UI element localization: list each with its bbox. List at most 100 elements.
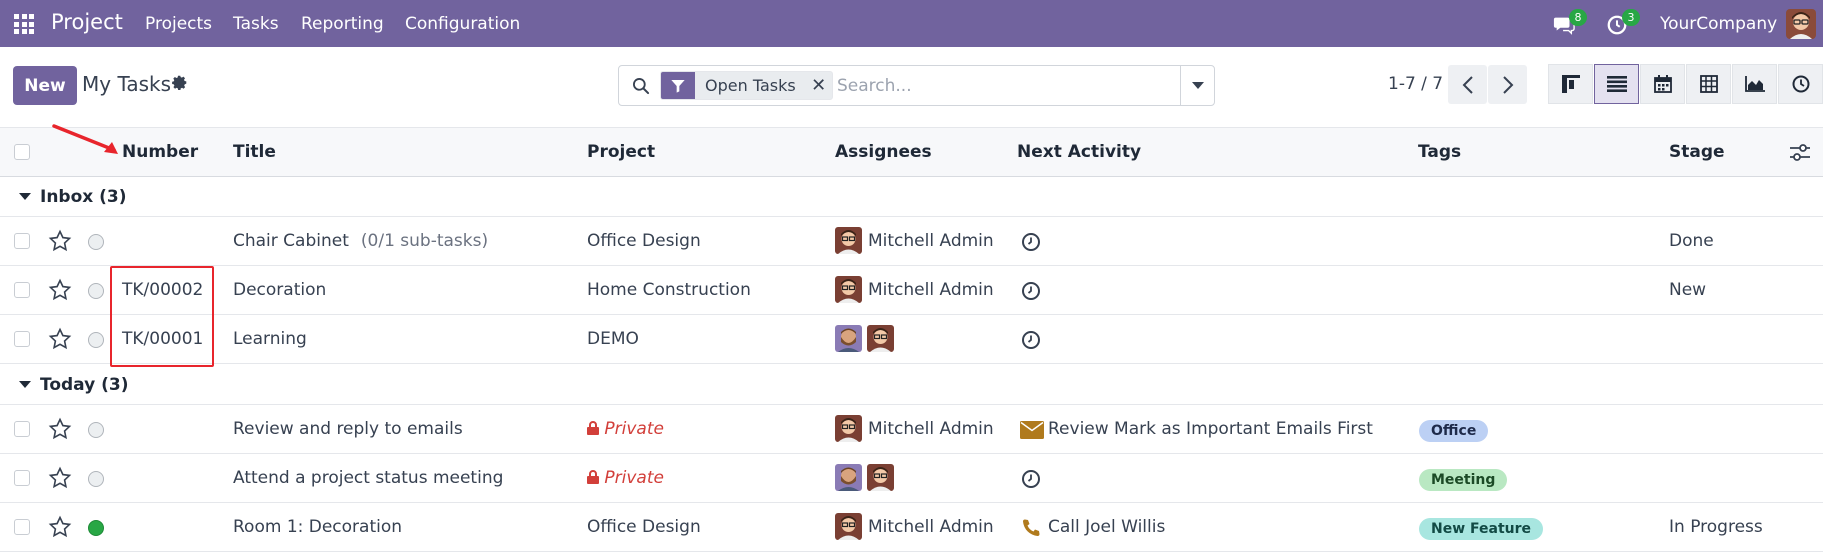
gear-icon[interactable] xyxy=(171,74,189,92)
column-header-stage[interactable]: Stage xyxy=(1669,142,1725,162)
lock-icon xyxy=(587,421,599,435)
cell-project: Office Design xyxy=(587,231,701,251)
chevron-right-icon xyxy=(1502,75,1513,94)
lock-icon xyxy=(587,470,599,484)
cell-next-activity[interactable]: Call Joel Willis xyxy=(1048,517,1165,537)
status-indicator[interactable] xyxy=(88,234,104,250)
status-indicator[interactable] xyxy=(88,471,104,487)
phone-icon[interactable] xyxy=(1021,518,1041,538)
view-calendar-button[interactable] xyxy=(1640,64,1685,104)
app-name[interactable]: Project xyxy=(51,10,123,34)
table-row[interactable]: Attend a project status meeting Private … xyxy=(0,454,1823,503)
search-input[interactable] xyxy=(837,72,1167,100)
avatar[interactable] xyxy=(835,464,862,491)
group-row-inbox[interactable]: Inbox (3) xyxy=(0,177,1823,217)
view-list-button[interactable] xyxy=(1594,64,1639,104)
column-header-title[interactable]: Title xyxy=(233,142,276,162)
avatar[interactable] xyxy=(867,464,894,491)
chevron-left-icon xyxy=(1462,75,1473,94)
star-icon[interactable] xyxy=(48,229,72,253)
avatar[interactable] xyxy=(835,276,862,303)
annotation-arrow xyxy=(52,124,118,154)
search-icon[interactable] xyxy=(631,76,651,96)
cell-stage: In Progress xyxy=(1669,517,1763,537)
column-header-tags[interactable]: Tags xyxy=(1418,142,1461,162)
cell-title: Attend a project status meeting xyxy=(233,468,504,488)
star-icon[interactable] xyxy=(48,417,72,441)
column-header-project[interactable]: Project xyxy=(587,142,655,162)
status-indicator[interactable] xyxy=(88,520,104,536)
user-avatar[interactable] xyxy=(1786,9,1816,39)
select-all-checkbox[interactable] xyxy=(14,144,30,160)
clock-icon[interactable] xyxy=(1021,281,1041,301)
star-icon[interactable] xyxy=(48,515,72,539)
menu-reporting[interactable]: Reporting xyxy=(301,14,384,34)
clock-icon xyxy=(1792,75,1809,93)
menu-tasks[interactable]: Tasks xyxy=(233,14,279,34)
area-chart-icon xyxy=(1744,76,1765,92)
new-button[interactable]: New xyxy=(13,66,77,105)
status-indicator[interactable] xyxy=(88,283,104,299)
table-row[interactable]: Chair Cabinet (0/1 sub-tasks) Office Desi… xyxy=(0,217,1823,266)
cell-title: Room 1: Decoration xyxy=(233,517,403,537)
avatar[interactable] xyxy=(867,325,894,352)
cell-project: Office Design xyxy=(587,517,701,537)
apps-menu-icon[interactable] xyxy=(14,14,34,34)
star-icon[interactable] xyxy=(48,278,72,302)
row-checkbox[interactable] xyxy=(14,519,30,535)
column-header-assignees[interactable]: Assignees xyxy=(835,142,932,162)
view-kanban-button[interactable] xyxy=(1548,64,1593,104)
search-options-toggle[interactable] xyxy=(1181,66,1215,105)
private-label: Private xyxy=(604,468,664,488)
cell-next-activity[interactable]: Review Mark as Important Emails First xyxy=(1048,419,1373,439)
remove-facet-icon[interactable]: ✕ xyxy=(806,72,832,99)
clock-icon[interactable] xyxy=(1021,330,1041,350)
star-icon[interactable] xyxy=(48,327,72,351)
top-navbar: Project Projects Tasks Reporting Configu… xyxy=(0,0,1823,47)
envelope-icon[interactable] xyxy=(1020,421,1044,439)
pager-value[interactable]: 1-7 / 7 xyxy=(1388,74,1443,94)
status-indicator[interactable] xyxy=(88,422,104,438)
avatar[interactable] xyxy=(835,227,862,254)
cell-project: Private xyxy=(587,468,664,488)
table-row[interactable]: Room 1: Decoration Office Design Mitchel… xyxy=(0,503,1823,552)
row-checkbox[interactable] xyxy=(14,331,30,347)
cell-project: Home Construction xyxy=(587,280,751,300)
column-header-number[interactable]: Number xyxy=(122,142,198,162)
clock-icon[interactable] xyxy=(1021,232,1041,252)
messages-button[interactable]: 8 xyxy=(1553,9,1587,36)
row-checkbox[interactable] xyxy=(14,421,30,437)
view-activity-button[interactable] xyxy=(1778,64,1823,104)
avatar[interactable] xyxy=(835,325,862,352)
column-header-next-activity[interactable]: Next Activity xyxy=(1017,142,1141,162)
page-title: My Tasks xyxy=(82,72,172,96)
group-label: Today (3) xyxy=(40,375,129,395)
cell-title: Decoration xyxy=(233,280,327,300)
optional-columns-icon[interactable] xyxy=(1790,144,1810,162)
table-icon xyxy=(1699,75,1718,93)
filter-icon xyxy=(661,72,695,99)
star-icon[interactable] xyxy=(48,466,72,490)
table-row[interactable]: TK/00002 Decoration Home Construction Mi… xyxy=(0,266,1823,315)
avatar[interactable] xyxy=(835,513,862,540)
row-checkbox[interactable] xyxy=(14,282,30,298)
clock-icon[interactable] xyxy=(1021,469,1041,489)
row-checkbox[interactable] xyxy=(14,470,30,486)
menu-projects[interactable]: Projects xyxy=(145,14,212,34)
pager-next-button[interactable] xyxy=(1488,65,1527,104)
group-row-today[interactable]: Today (3) xyxy=(0,365,1823,405)
caret-down-icon xyxy=(19,381,31,388)
status-indicator[interactable] xyxy=(88,332,104,348)
table-row[interactable]: TK/00001 Learning DEMO xyxy=(0,315,1823,364)
view-graph-button[interactable] xyxy=(1732,64,1777,104)
activities-button[interactable]: 3 xyxy=(1606,9,1640,36)
avatar[interactable] xyxy=(835,415,862,442)
cell-title: Learning xyxy=(233,329,307,349)
table-row[interactable]: Review and reply to emails Private Mitch… xyxy=(0,405,1823,454)
company-switcher[interactable]: YourCompany xyxy=(1660,14,1777,34)
menu-configuration[interactable]: Configuration xyxy=(405,14,520,34)
pager-previous-button[interactable] xyxy=(1448,65,1487,104)
row-checkbox[interactable] xyxy=(14,233,30,249)
cell-stage: New xyxy=(1669,280,1707,300)
view-pivot-button[interactable] xyxy=(1686,64,1731,104)
